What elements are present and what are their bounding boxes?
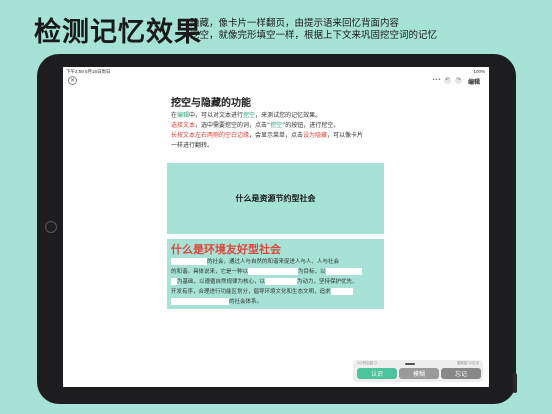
redo-icon: ↷ (456, 77, 461, 83)
hidden-card-front[interactable]: 什么是资源节约型社会 (167, 163, 384, 234)
guide-line-1: 在编辑中，可以对文本进行挖空，来测试您的记忆效果。 (171, 112, 322, 119)
close-button[interactable]: ✕ (68, 76, 77, 85)
cloze-blank[interactable] (248, 268, 299, 275)
status-battery: 100% (473, 69, 485, 74)
ipad-camera (45, 221, 57, 233)
guide-line-3: 长按文本左右两侧的空白边缘，会显示菜单，点击设为隐藏，可以像卡片 (171, 132, 364, 139)
know-caption: 1小时后复习 (357, 361, 377, 365)
status-time: 下午2:59 5月16日周日 (66, 69, 111, 74)
status-bar: 下午2:59 5月16日周日 100% (63, 67, 489, 75)
more-icon: ••• (432, 77, 441, 83)
guide-line-2: 选择文本，选中需要挖空的词，点击“挖空”的按钮，进行挖空。 (171, 122, 340, 129)
undo-icon: ↶ (445, 77, 450, 83)
cloze-blank[interactable] (265, 278, 298, 285)
guide-line-4: 一样进行翻转。 (171, 142, 214, 149)
cloze-line-5: 的社会体系。 (171, 297, 262, 305)
cloze-blank[interactable] (171, 258, 207, 265)
edit-button[interactable]: 编辑 (468, 77, 480, 86)
forget-caption: 重新复习/忘记 (456, 361, 479, 365)
cloze-card[interactable]: 什么是环境友好型社会 的社会，通过人与自然的和谐来促进人与人、人与社会 的和谐。… (167, 239, 384, 309)
app-screen: 下午2:59 5月16日周日 100% ✕ ••• ↶ ↷ 编辑 挖空与隐藏的功… (63, 67, 489, 387)
more-button[interactable]: ••• (432, 77, 441, 84)
cloze-line-4: 开发有序，合理进行功能区划分，倡导环境文化和生态文明，追求 (171, 287, 353, 295)
redo-button[interactable]: ↷ (455, 77, 462, 84)
cloze-line-3: 为基础，以遵循自然规律为核心，以 为动力，坚持保护优先、 (171, 277, 358, 285)
cloze-blank[interactable] (325, 268, 362, 275)
guide-title: 挖空与隐藏的功能 (171, 98, 251, 109)
review-bar: 1小时后复习 重新复习/忘记 认识 模糊 忘记 (353, 360, 483, 382)
cloze-line-1: 的社会，通过人与自然的和谐来促进人与人、人与社会 (171, 257, 339, 265)
cloze-line-2: 的和谐。具体说来，它是一种以 为目标，以 (171, 267, 362, 275)
cloze-blank[interactable] (171, 298, 229, 305)
close-icon: ✕ (69, 76, 76, 84)
promo-title: 检测记忆效果 (34, 17, 202, 48)
drag-handle[interactable] (405, 363, 415, 365)
forget-button[interactable]: 忘记 (441, 368, 481, 379)
card-front-text: 什么是资源节约型社会 (235, 194, 316, 203)
promo-description-line1: 隐藏，像卡片一样翻页，由提示语来回忆背面内容 (190, 18, 400, 29)
promo-description: 隐藏，像卡片一样翻页，由提示语来回忆背面内容 挖空，就像完形填空一样，根据上下文… (190, 18, 437, 42)
promo-description-line2: 挖空，就像完形填空一样，根据上下文来巩固挖空词的记忆 (190, 30, 438, 41)
ipad-side-button (513, 373, 517, 393)
cloze-card-title: 什么是环境友好型社会 (171, 243, 281, 256)
undo-button[interactable]: ↶ (444, 77, 451, 84)
know-button[interactable]: 认识 (357, 368, 397, 379)
fuzzy-button[interactable]: 模糊 (399, 368, 439, 379)
cloze-blank[interactable] (330, 288, 353, 295)
